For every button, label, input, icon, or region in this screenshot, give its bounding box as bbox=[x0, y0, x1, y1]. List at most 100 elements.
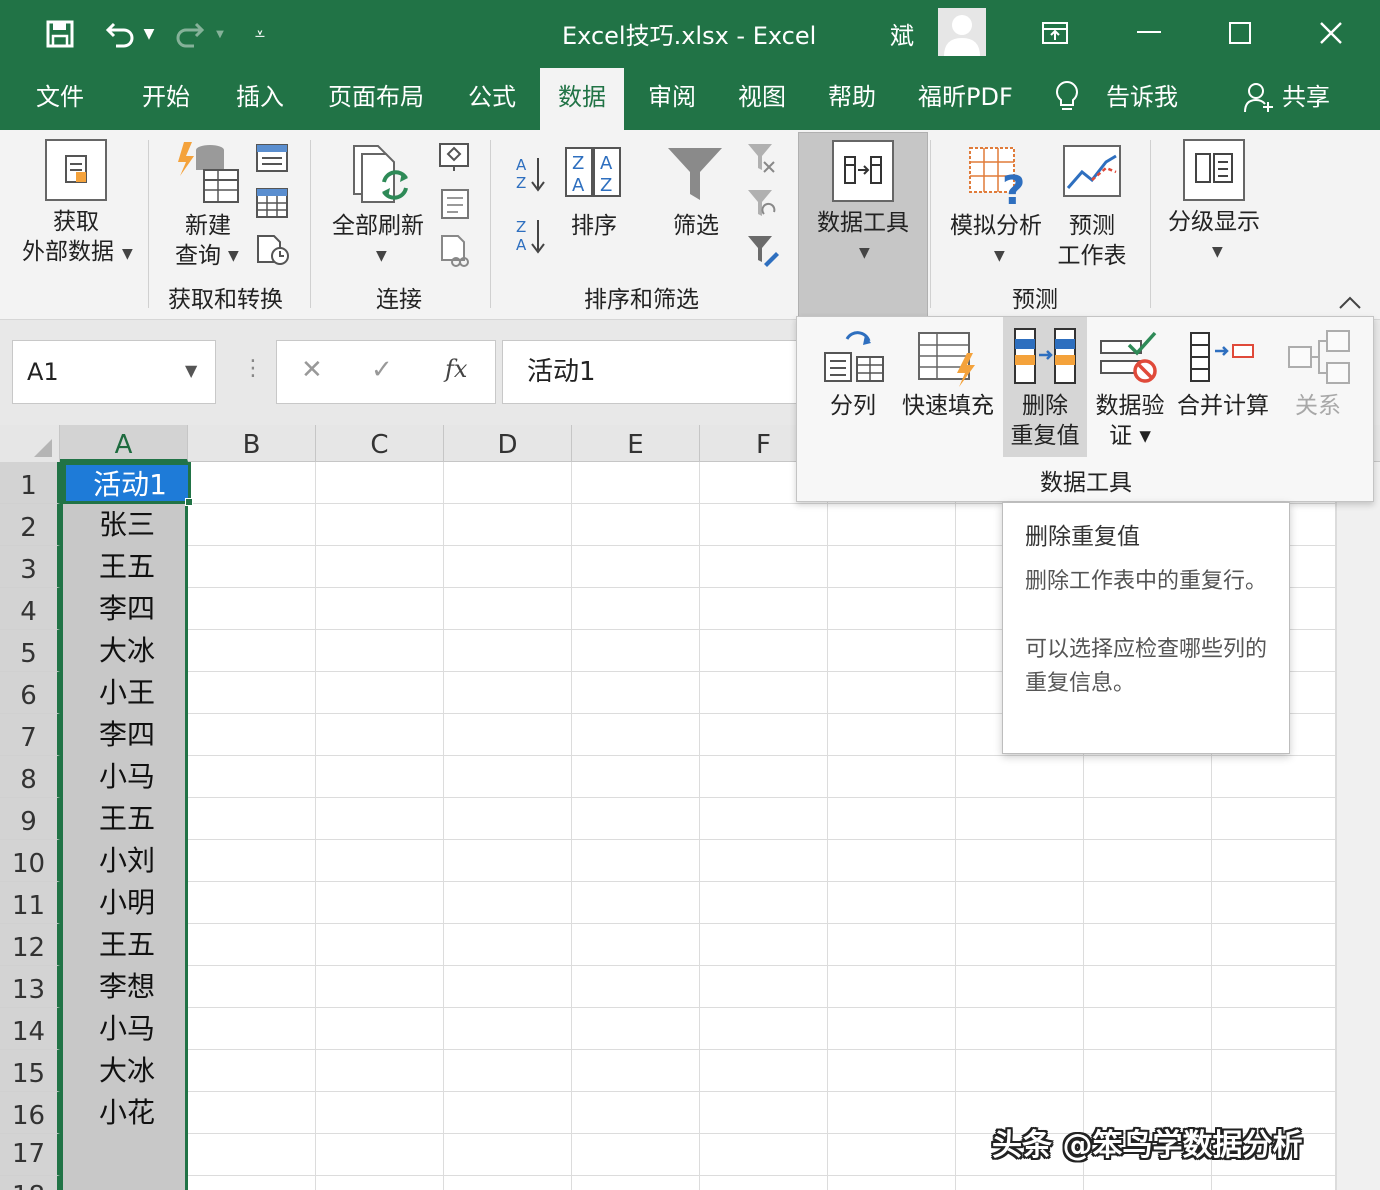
column-header-d[interactable]: D bbox=[444, 425, 572, 462]
row-header[interactable]: 12 bbox=[0, 924, 60, 966]
name-box[interactable]: A1 ▼ bbox=[12, 340, 216, 404]
vertical-scrollbar[interactable] bbox=[1336, 462, 1380, 1190]
what-if-analysis-label[interactable]: 模拟分析 bbox=[942, 210, 1050, 242]
outline-label[interactable]: 分级显示 bbox=[1162, 206, 1266, 238]
row-header[interactable]: 9 bbox=[0, 798, 60, 840]
cancel-icon[interactable]: ✕ bbox=[301, 355, 323, 385]
cell-a10[interactable]: 小刘 bbox=[63, 840, 191, 882]
row-header[interactable]: 14 bbox=[0, 1008, 60, 1050]
new-query-icon[interactable] bbox=[176, 140, 242, 210]
row-header[interactable]: 18 bbox=[0, 1176, 60, 1190]
sort-label[interactable]: 排序 bbox=[558, 210, 630, 242]
row-header[interactable]: 8 bbox=[0, 756, 60, 798]
get-external-data-line2[interactable]: 外部数据 bbox=[16, 236, 120, 268]
row-header[interactable]: 3 bbox=[0, 546, 60, 588]
undo-dropdown-icon[interactable]: ▼ bbox=[142, 14, 156, 54]
row-header[interactable]: 15 bbox=[0, 1050, 60, 1092]
row-header[interactable]: 6 bbox=[0, 672, 60, 714]
fill-handle[interactable] bbox=[185, 498, 193, 506]
consolidate-button[interactable]: 合并计算 bbox=[1173, 317, 1273, 457]
reapply-filter-icon[interactable] bbox=[746, 188, 778, 226]
show-queries-icon[interactable] bbox=[256, 144, 288, 176]
properties-icon[interactable] bbox=[440, 188, 470, 224]
edit-links-icon[interactable] bbox=[440, 234, 470, 272]
data-validation-button[interactable]: 数据验 证 ▾ bbox=[1091, 317, 1169, 457]
sort-a-to-z-icon[interactable]: AZ bbox=[514, 154, 548, 198]
cell-a11[interactable]: 小明 bbox=[63, 882, 191, 924]
filter-label[interactable]: 筛选 bbox=[660, 210, 732, 242]
cell-a15[interactable]: 大冰 bbox=[63, 1050, 191, 1092]
what-if-analysis-dropdown-icon[interactable]: ▼ bbox=[994, 248, 1005, 264]
cell-a5[interactable]: 大冰 bbox=[63, 630, 191, 672]
tab-formulas[interactable]: 公式 bbox=[468, 68, 516, 130]
cell-a8[interactable]: 小马 bbox=[63, 756, 191, 798]
cell-a12[interactable]: 王五 bbox=[63, 924, 191, 966]
cell-a13[interactable]: 李想 bbox=[63, 966, 191, 1008]
row-header[interactable]: 16 bbox=[0, 1092, 60, 1134]
refresh-all-label[interactable]: 全部刷新 bbox=[326, 210, 430, 242]
redo-dropdown-icon[interactable]: ▼ bbox=[214, 14, 226, 54]
tab-help[interactable]: 帮助 bbox=[828, 68, 876, 130]
row-header[interactable]: 4 bbox=[0, 588, 60, 630]
sort-icon[interactable]: ZAAZ bbox=[564, 146, 622, 202]
forecast-sheet-line2[interactable]: 工作表 bbox=[1054, 240, 1130, 272]
share-button[interactable]: 共享 bbox=[1282, 68, 1330, 130]
column-header-c[interactable]: C bbox=[316, 425, 444, 462]
cell-a9[interactable]: 王五 bbox=[63, 798, 191, 840]
row-header[interactable]: 2 bbox=[0, 504, 60, 546]
flash-fill-button[interactable]: 快速填充 bbox=[897, 317, 999, 457]
refresh-all-dropdown-icon[interactable]: ▼ bbox=[376, 248, 387, 264]
row-header[interactable]: 7 bbox=[0, 714, 60, 756]
active-cell-a1[interactable]: 活动1 bbox=[63, 462, 191, 504]
recent-sources-icon[interactable] bbox=[256, 234, 290, 270]
enter-check-icon[interactable]: ✓ bbox=[371, 355, 393, 385]
tab-home[interactable]: 开始 bbox=[142, 68, 190, 130]
row-header[interactable]: 11 bbox=[0, 882, 60, 924]
tab-insert[interactable]: 插入 bbox=[236, 68, 284, 130]
filter-icon[interactable] bbox=[666, 146, 724, 206]
column-header-a[interactable]: A bbox=[60, 425, 188, 462]
user-name[interactable]: 斌 bbox=[890, 16, 914, 51]
from-table-icon[interactable] bbox=[256, 188, 288, 222]
new-query-dropdown-icon[interactable]: ▼ bbox=[228, 248, 239, 264]
ribbon-display-options-icon[interactable] bbox=[1030, 10, 1080, 56]
get-external-data-line1[interactable]: 获取 bbox=[24, 206, 128, 238]
cell-a14[interactable]: 小马 bbox=[63, 1008, 191, 1050]
get-external-data-icon[interactable] bbox=[44, 138, 108, 206]
share-user-icon[interactable] bbox=[1244, 68, 1278, 130]
tell-me-search[interactable]: 告诉我 bbox=[1106, 68, 1178, 130]
row-header[interactable]: 1 bbox=[0, 462, 60, 504]
connections-icon[interactable] bbox=[438, 142, 470, 176]
select-all-corner[interactable] bbox=[0, 425, 60, 462]
lightbulb-icon[interactable] bbox=[1054, 68, 1084, 130]
minimize-icon[interactable] bbox=[1124, 10, 1174, 56]
clear-filter-icon[interactable] bbox=[746, 142, 778, 180]
cell-a3[interactable]: 王五 bbox=[63, 546, 191, 588]
new-query-line2[interactable]: 查询 bbox=[170, 240, 226, 272]
forecast-sheet-line1[interactable]: 预测 bbox=[1058, 210, 1126, 242]
row-header[interactable]: 10 bbox=[0, 840, 60, 882]
formula-bar-resize-handle[interactable]: ⋮ bbox=[242, 356, 264, 381]
cell-a4[interactable]: 李四 bbox=[63, 588, 191, 630]
undo-icon[interactable] bbox=[100, 14, 140, 54]
text-to-columns-button[interactable]: 分列 bbox=[813, 317, 893, 457]
insert-function-icon[interactable]: fx bbox=[445, 355, 467, 383]
sort-z-to-a-icon[interactable]: ZA bbox=[514, 216, 548, 260]
row-header[interactable]: 5 bbox=[0, 630, 60, 672]
tab-view[interactable]: 视图 bbox=[738, 68, 786, 130]
forecast-sheet-icon[interactable] bbox=[1062, 144, 1122, 206]
close-icon[interactable] bbox=[1306, 10, 1356, 56]
maximize-icon[interactable] bbox=[1215, 10, 1265, 56]
outline-icon[interactable] bbox=[1182, 138, 1246, 206]
tab-review[interactable]: 审阅 bbox=[648, 68, 696, 130]
cell-a6[interactable]: 小王 bbox=[63, 672, 191, 714]
column-header-e[interactable]: E bbox=[572, 425, 700, 462]
avatar[interactable] bbox=[938, 8, 986, 56]
selected-column-a[interactable]: 张三 王五 李四 大冰 小王 李四 小马 王五 小刘 小明 王五 李想 小马 大… bbox=[60, 462, 193, 1190]
tab-page-layout[interactable]: 页面布局 bbox=[328, 68, 424, 130]
remove-duplicates-button[interactable]: 删除 重复值 bbox=[1003, 317, 1087, 457]
tab-foxit-pdf[interactable]: 福昕PDF bbox=[918, 68, 1013, 130]
tab-file[interactable]: 文件 bbox=[36, 68, 84, 130]
cell-a16[interactable]: 小花 bbox=[63, 1092, 191, 1134]
row-header[interactable]: 13 bbox=[0, 966, 60, 1008]
